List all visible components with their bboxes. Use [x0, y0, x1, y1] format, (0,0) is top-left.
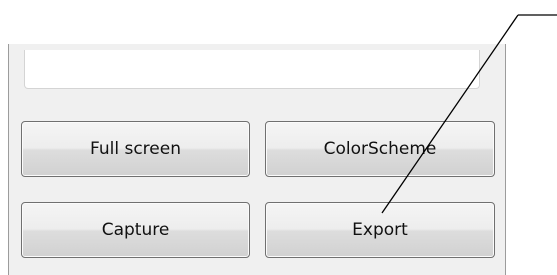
callout-leader-diagonal [381, 14, 519, 214]
callout-pointer [381, 14, 557, 214]
